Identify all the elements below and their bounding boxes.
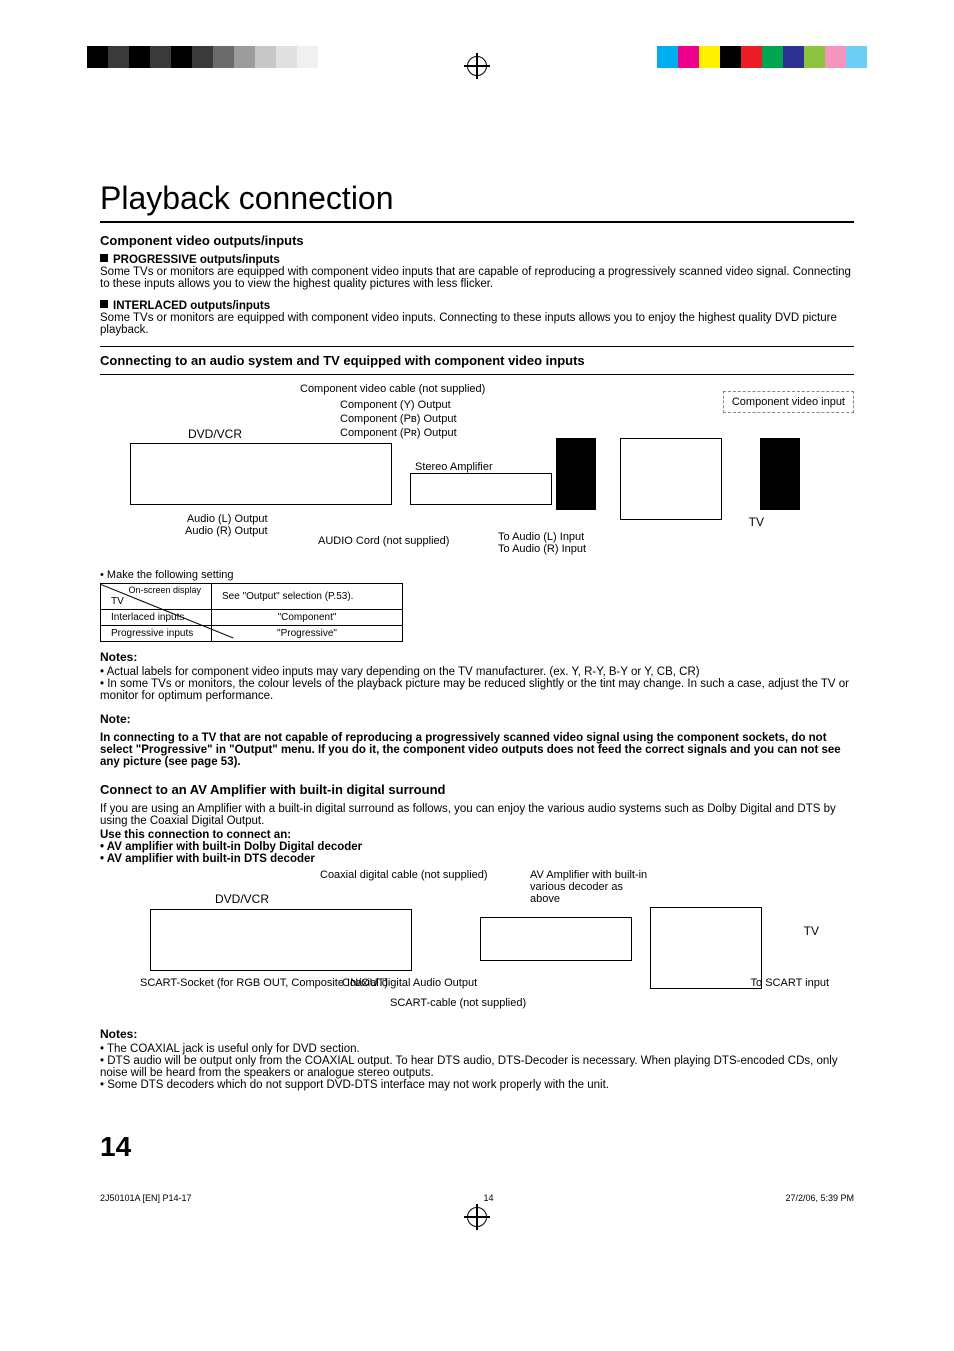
dvdvcr-box bbox=[130, 443, 392, 505]
note-bold: Note: In connecting to a TV that are not… bbox=[100, 712, 854, 768]
registration-mark-icon bbox=[467, 56, 487, 76]
cmyk-bars-left bbox=[87, 46, 318, 68]
amp-box bbox=[410, 473, 552, 505]
registration-mark-icon bbox=[467, 1207, 487, 1227]
section-heading-connecting: Connecting to an audio system and TV equ… bbox=[100, 346, 854, 375]
av-intro: If you are using an Amplifier with a bui… bbox=[100, 803, 854, 827]
page-number: 14 bbox=[100, 1131, 854, 1163]
tv-box-2 bbox=[650, 907, 762, 989]
diagram-av-connection: Coaxial digital cable (not supplied) DVD… bbox=[100, 869, 854, 1019]
dvdvcr-box-2 bbox=[150, 909, 412, 971]
cmyk-bars-right bbox=[657, 46, 867, 68]
bullet-square-icon bbox=[100, 300, 108, 308]
speaker-left bbox=[556, 438, 596, 510]
page-title: Playback connection bbox=[100, 180, 854, 223]
interlaced-body: Some TVs or monitors are equipped with c… bbox=[100, 312, 837, 336]
bullet-square-icon bbox=[100, 254, 108, 262]
interlaced-block: INTERLACED outputs/inputs Some TVs or mo… bbox=[100, 300, 854, 336]
tv-box bbox=[620, 438, 722, 520]
notes-block-2: Notes: The COAXIAL jack is useful only f… bbox=[100, 1027, 854, 1091]
speaker-right bbox=[760, 438, 800, 510]
section-heading-component: Component video outputs/inputs bbox=[100, 233, 854, 248]
avamp-box bbox=[480, 917, 632, 961]
notes-block-1: Notes: Actual labels for component video… bbox=[100, 650, 854, 702]
diagram-component-connection: Component video cable (not supplied) Com… bbox=[100, 383, 854, 563]
section-heading-av: Connect to an AV Amplifier with built-in… bbox=[100, 782, 854, 797]
settings-table: On-screen display TV See "Output" select… bbox=[100, 583, 403, 642]
printers-marks-bottom bbox=[0, 1207, 954, 1232]
footer-meta: 2J50101A [EN] P14-17 14 27/2/06, 5:39 PM bbox=[0, 1163, 954, 1203]
progressive-block: PROGRESSIVE outputs/inputs Some TVs or m… bbox=[100, 254, 854, 290]
page-content: Playback connection Component video outp… bbox=[0, 60, 954, 1163]
printers-marks-top bbox=[0, 0, 954, 60]
make-setting-bullet: • Make the following setting bbox=[100, 569, 854, 581]
progressive-body: Some TVs or monitors are equipped with c… bbox=[100, 266, 851, 290]
